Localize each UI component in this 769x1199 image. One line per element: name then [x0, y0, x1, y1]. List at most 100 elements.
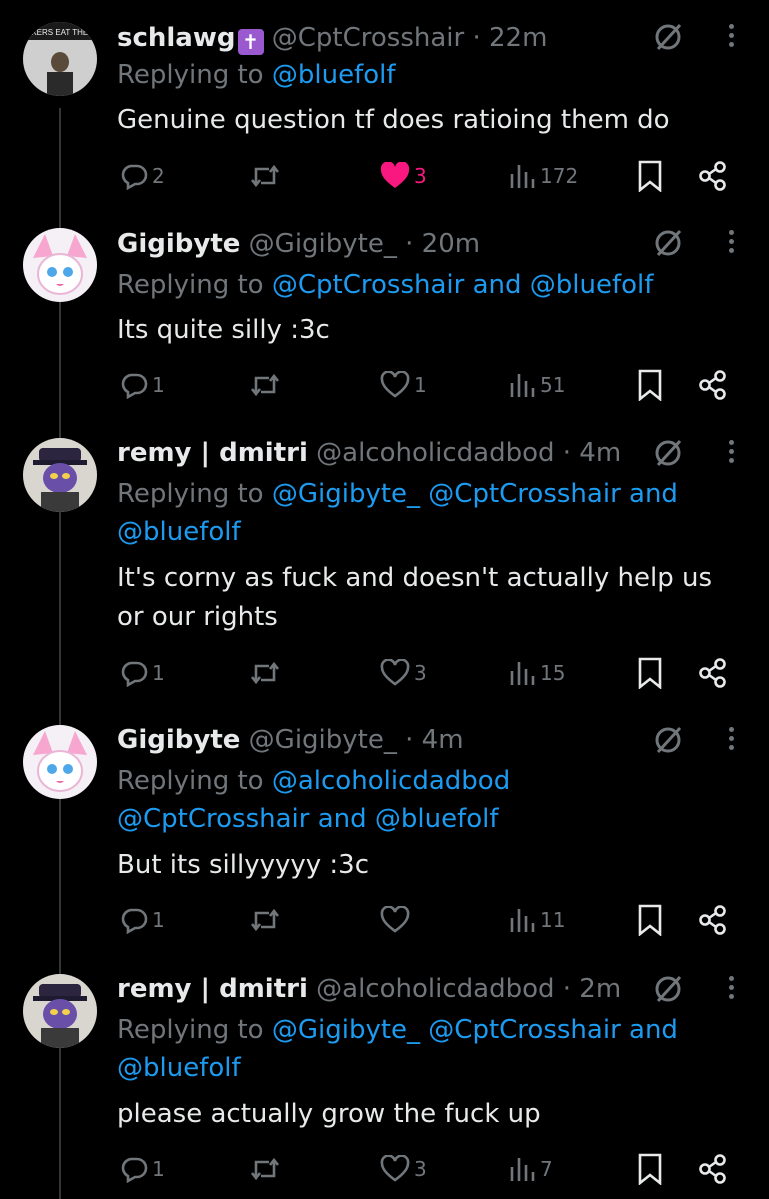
timestamp[interactable]: · 2m	[563, 974, 621, 1004]
more-icon[interactable]	[722, 436, 740, 470]
replying-to: Replying to @bluefolf	[117, 60, 396, 90]
tweet-actions: 1 1 51	[0, 365, 769, 405]
views-button[interactable]: 15	[508, 653, 565, 693]
views-icon	[510, 662, 535, 685]
share-button[interactable]	[698, 653, 728, 693]
heart-icon	[380, 659, 410, 686]
handle[interactable]: @Gigibyte_	[249, 725, 397, 755]
tweet-header: remy | dmitri @alcoholicdadbod · 2m	[117, 969, 621, 1009]
more-icon[interactable]	[722, 226, 740, 260]
retweet-button[interactable]	[248, 1149, 286, 1189]
tweet-text: But its sillyyyyy :3c	[117, 850, 370, 880]
handle[interactable]: @alcoholicdadbod	[316, 974, 554, 1004]
retweet-button[interactable]	[248, 653, 286, 693]
retweet-icon	[250, 661, 280, 685]
reply-icon	[121, 661, 148, 687]
reply-button[interactable]: 2	[120, 156, 165, 196]
tweet-text: It's corny as fuck and doesn't actually …	[117, 563, 713, 632]
retweet-button[interactable]	[248, 365, 286, 405]
reply-button[interactable]: 1	[120, 365, 165, 405]
bookmark-icon	[638, 369, 662, 401]
display-name[interactable]: remy | dmitri	[117, 438, 308, 468]
reply-mention-link[interactable]: @CptCrosshair and @bluefolf	[117, 804, 499, 834]
views-button[interactable]: 172	[508, 156, 578, 196]
share-button[interactable]	[698, 900, 728, 940]
display-name[interactable]: Gigibyte	[117, 229, 240, 259]
tweet-text: Its quite silly :3c	[117, 315, 330, 345]
grok-icon[interactable]	[652, 436, 686, 470]
share-icon	[699, 161, 726, 191]
grok-icon[interactable]	[652, 972, 686, 1006]
reply-button[interactable]: 1	[120, 1149, 165, 1189]
share-icon	[699, 905, 726, 935]
reply-mention-link[interactable]: @bluefolf	[272, 60, 396, 90]
handle[interactable]: @alcoholicdadbod	[316, 438, 554, 468]
reply-mention-link[interactable]: @alcoholicdadbod	[272, 766, 510, 796]
bookmark-button[interactable]	[637, 156, 663, 196]
grok-icon[interactable]	[652, 20, 686, 54]
more-icon[interactable]	[722, 723, 740, 757]
tweet-actions: 1 11	[0, 900, 769, 940]
reply-mention-link[interactable]: @bluefolf	[117, 517, 241, 547]
reply-mention-link[interactable]: @CptCrosshair and @bluefolf	[272, 270, 654, 300]
share-button[interactable]	[698, 156, 728, 196]
timestamp[interactable]: · 4m	[405, 725, 463, 755]
like-button[interactable]: 3	[380, 653, 427, 693]
replying-to: Replying to @Gigibyte_ @CptCrosshair and…	[117, 479, 678, 547]
replying-to: Replying to @Gigibyte_ @CptCrosshair and…	[117, 1015, 678, 1083]
cross-emoji: ✝	[237, 29, 264, 55]
bookmark-button[interactable]	[637, 1149, 663, 1189]
reply-mention-link[interactable]: @Gigibyte_ @CptCrosshair and	[272, 1015, 678, 1045]
more-icon[interactable]	[722, 20, 740, 54]
display-name[interactable]: schlawg	[117, 23, 236, 53]
heart-icon	[380, 906, 410, 933]
views-button[interactable]: 7	[508, 1149, 553, 1189]
reply-button[interactable]: 1	[120, 900, 165, 940]
share-button[interactable]	[698, 365, 728, 405]
views-icon	[510, 165, 535, 188]
reply-mention-link[interactable]: @Gigibyte_ @CptCrosshair and	[272, 479, 678, 509]
bookmark-button[interactable]	[637, 653, 663, 693]
grok-icon[interactable]	[652, 226, 686, 260]
handle[interactable]: @Gigibyte_	[249, 229, 397, 259]
bookmark-button[interactable]	[637, 365, 663, 405]
handle[interactable]: @CptCrosshair	[272, 23, 464, 53]
timestamp[interactable]: · 4m	[563, 438, 621, 468]
tweet-text: please actually grow the fuck up	[117, 1099, 541, 1129]
views-button[interactable]: 11	[508, 900, 565, 940]
timestamp[interactable]: · 20m	[405, 229, 480, 259]
replying-to: Replying to @alcoholicdadbod @CptCrossha…	[117, 766, 511, 834]
more-icon[interactable]	[722, 972, 740, 1006]
retweet-icon	[250, 164, 280, 188]
display-name[interactable]: Gigibyte	[117, 725, 240, 755]
bookmark-icon	[638, 904, 662, 936]
grok-icon[interactable]	[652, 723, 686, 757]
avatar[interactable]	[23, 228, 97, 302]
reply-icon	[121, 373, 148, 399]
avatar[interactable]	[23, 438, 97, 512]
like-button[interactable]: 1	[380, 365, 427, 405]
avatar[interactable]	[23, 725, 97, 799]
tweet-header: Gigibyte @Gigibyte_ · 20m	[117, 224, 480, 264]
like-button[interactable]: 3	[380, 156, 427, 196]
retweet-button[interactable]	[248, 900, 286, 940]
avatar[interactable]	[23, 974, 97, 1048]
share-icon	[699, 658, 726, 688]
tweet-header: schlawg ✝ @CptCrosshair · 22m	[117, 18, 547, 58]
bookmark-icon	[638, 1153, 662, 1185]
heart-icon	[380, 162, 410, 188]
reply-mention-link[interactable]: @bluefolf	[117, 1053, 241, 1083]
avatar[interactable]: BIKERS EAT THEIR	[23, 22, 97, 96]
share-button[interactable]	[698, 1149, 728, 1189]
retweet-button[interactable]	[248, 156, 286, 196]
share-icon	[699, 370, 726, 400]
reply-button[interactable]: 1	[120, 653, 165, 693]
views-button[interactable]: 51	[508, 365, 565, 405]
tweet-text: Genuine question tf does ratioing them d…	[117, 105, 670, 135]
tweet-header: remy | dmitri @alcoholicdadbod · 4m	[117, 433, 621, 473]
display-name[interactable]: remy | dmitri	[117, 974, 308, 1004]
timestamp[interactable]: · 22m	[472, 23, 547, 53]
bookmark-button[interactable]	[637, 900, 663, 940]
like-button[interactable]: 3	[380, 1149, 427, 1189]
like-button[interactable]	[380, 900, 414, 940]
